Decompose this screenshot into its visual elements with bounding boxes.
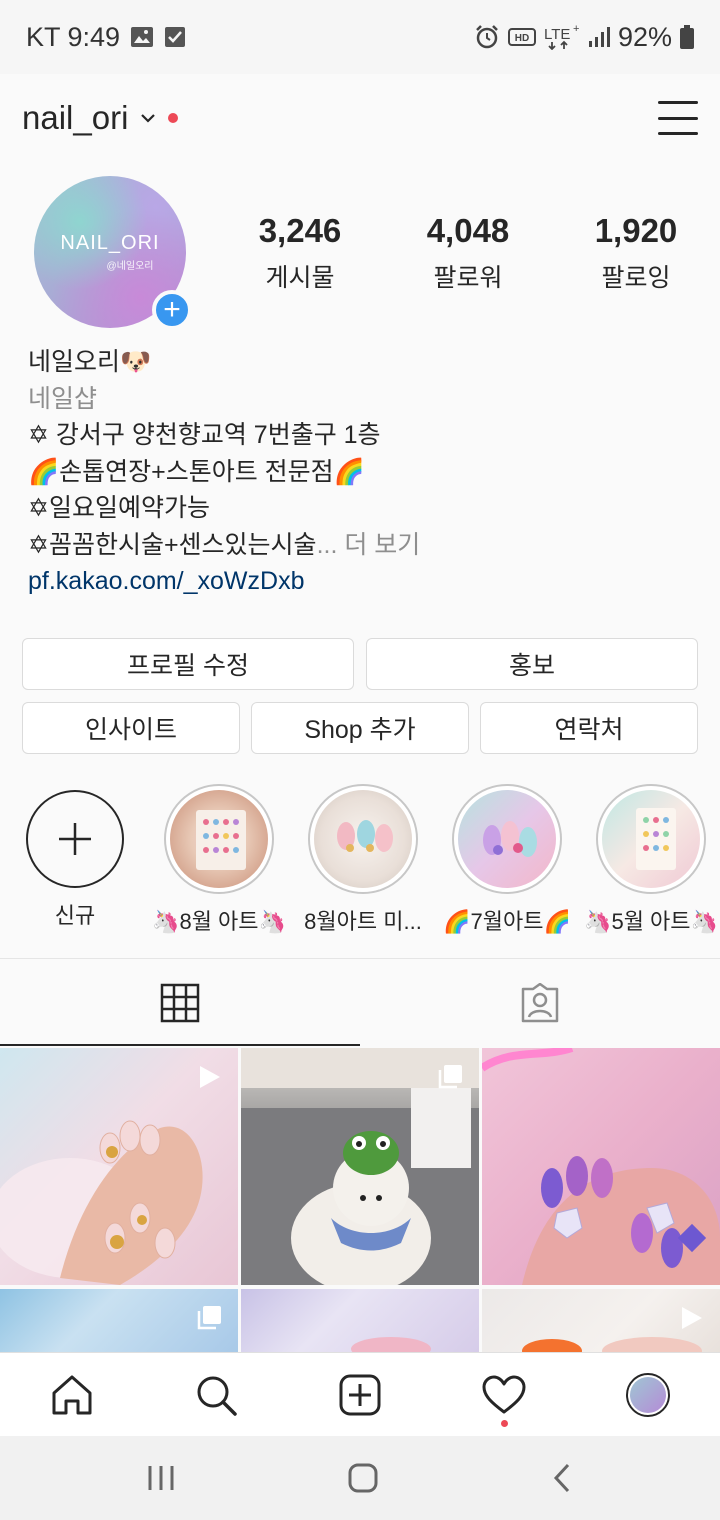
carousel-icon: [438, 1065, 462, 1089]
highlight-label: 신규: [54, 903, 96, 928]
status-bar: KT 9:49 HD LTE + 92%: [0, 0, 720, 74]
add-post-icon: [339, 1374, 381, 1415]
menu-icon[interactable]: [658, 101, 698, 135]
following-count: 1,920: [594, 212, 678, 249]
highlight-cover: [458, 790, 556, 888]
tagged-person-icon: [521, 982, 559, 1022]
nav-activity[interactable]: [432, 1353, 576, 1437]
highlight-cover: [602, 790, 700, 888]
notification-dot: [168, 113, 179, 123]
promote-button[interactable]: 홍보: [366, 638, 698, 690]
highlight-label: 🦄5월 아트🦄: [584, 909, 718, 934]
video-icon: [200, 1066, 220, 1088]
posts-label: 게시물: [265, 264, 335, 292]
system-navigation-bar: [0, 1436, 720, 1520]
highlight-item[interactable]: 🦄5월 아트🦄: [581, 784, 720, 936]
check-box-icon: [164, 26, 186, 48]
svg-text:HD: HD: [515, 33, 529, 44]
profile-header: nail_ori: [0, 74, 720, 162]
tab-grid[interactable]: [0, 959, 360, 1046]
edit-profile-button[interactable]: 프로필 수정: [22, 638, 354, 690]
post-thumbnail[interactable]: [479, 1048, 720, 1285]
post-thumbnail[interactable]: [241, 1289, 479, 1352]
back-icon[interactable]: [550, 1462, 574, 1494]
post-thumbnail[interactable]: [0, 1289, 238, 1352]
followers-count: 4,048: [426, 212, 510, 249]
grid-icon: [160, 983, 200, 1022]
post-thumbnail[interactable]: [482, 1289, 720, 1352]
bio-line: ✡일요일예약가능: [28, 494, 210, 522]
profile-avatar[interactable]: NAIL_ORI @네일오리 +: [34, 176, 192, 330]
add-shop-button[interactable]: Shop 추가: [251, 702, 469, 754]
username-switcher[interactable]: nail_ori: [22, 99, 128, 137]
bio-line: 🌈손톱연장+스톤아트 전문점🌈: [28, 457, 365, 486]
stat-following[interactable]: 1,920 팔로잉: [552, 212, 720, 294]
video-icon: [682, 1307, 702, 1329]
plus-icon: [26, 790, 124, 888]
bio-website-link[interactable]: pf.kakao.com/_xoWzDxb: [28, 563, 698, 600]
battery-percent: 92%: [617, 21, 672, 52]
followers-label: 팔로워: [433, 264, 503, 292]
contact-button[interactable]: 연락처: [480, 702, 698, 754]
avatar: [626, 1372, 670, 1417]
gallery-icon: [130, 26, 154, 48]
post-grid: [0, 1048, 720, 1352]
search-icon: [197, 1376, 237, 1416]
hd-icon: HD: [507, 26, 536, 48]
following-label: 팔로잉: [601, 264, 671, 292]
battery-icon: [680, 25, 694, 49]
bottom-navigation: [0, 1352, 720, 1436]
nav-profile[interactable]: [576, 1353, 720, 1437]
activity-notification-dot: [500, 1419, 508, 1427]
nav-home[interactable]: [0, 1353, 144, 1437]
carrier-time: KT 9:49: [26, 21, 121, 52]
stat-followers[interactable]: 4,048 팔로워: [384, 212, 552, 294]
bio-line: ✡ 강서구 양천향교역 7번출구 1층: [28, 421, 381, 449]
svg-text:+: +: [573, 24, 579, 35]
signal-icon: [588, 26, 610, 48]
profile-bio: 네일오리🐶 네일샵 ✡ 강서구 양천향교역 7번출구 1층 🌈손톱연장+스톤아트…: [28, 344, 698, 600]
stat-posts[interactable]: 3,246 게시물: [216, 212, 384, 294]
highlight-item[interactable]: 8월아트 미...: [293, 784, 433, 936]
business-category: 네일샵: [28, 384, 98, 413]
post-thumbnail[interactable]: [0, 1048, 238, 1285]
profile-content-tabs: [0, 958, 720, 1046]
home-button-icon[interactable]: [347, 1462, 379, 1494]
highlight-label: 🦄8월 아트🦄: [152, 909, 286, 934]
profile-stats: 3,246 게시물 4,048 팔로워 1,920 팔로잉: [216, 212, 720, 294]
home-icon: [52, 1375, 92, 1414]
lte-icon: LTE +: [544, 24, 580, 50]
heart-icon: [482, 1375, 526, 1413]
insights-button[interactable]: 인사이트: [22, 702, 240, 754]
chevron-down-icon[interactable]: [140, 110, 156, 126]
alarm-icon: [474, 24, 500, 50]
avatar-logo-text: NAIL_ORI: [60, 232, 160, 254]
highlight-new[interactable]: 신규: [5, 784, 145, 930]
tab-tagged[interactable]: [360, 959, 720, 1046]
display-name: 네일오리🐶: [28, 348, 152, 376]
highlight-label: 🌈7월아트🌈: [443, 909, 571, 934]
bio-more-link[interactable]: ... 더 보기: [317, 531, 421, 559]
highlight-cover: [170, 790, 268, 888]
svg-text:LTE: LTE: [544, 26, 570, 43]
highlight-label: 8월아트 미...: [304, 909, 422, 934]
story-highlights: 신규 🦄8월 아트🦄 8월아트 미... 🌈7월아트🌈 🦄5월 아트🦄: [0, 784, 720, 934]
highlight-cover: [314, 790, 412, 888]
recent-apps-icon[interactable]: [146, 1464, 176, 1492]
carousel-icon: [197, 1306, 221, 1330]
add-story-icon[interactable]: +: [152, 290, 192, 330]
bio-line: ✡꼼꼼한시술+센스있는시술: [28, 530, 317, 559]
highlight-item[interactable]: 🦄8월 아트🦄: [149, 784, 289, 936]
nav-search[interactable]: [144, 1353, 288, 1437]
post-thumbnail[interactable]: [241, 1048, 479, 1293]
highlight-item[interactable]: 🌈7월아트🌈: [437, 784, 577, 936]
avatar-subtext: @네일오리: [106, 261, 154, 272]
posts-count: 3,246: [258, 212, 342, 249]
nav-new-post[interactable]: [288, 1353, 432, 1437]
